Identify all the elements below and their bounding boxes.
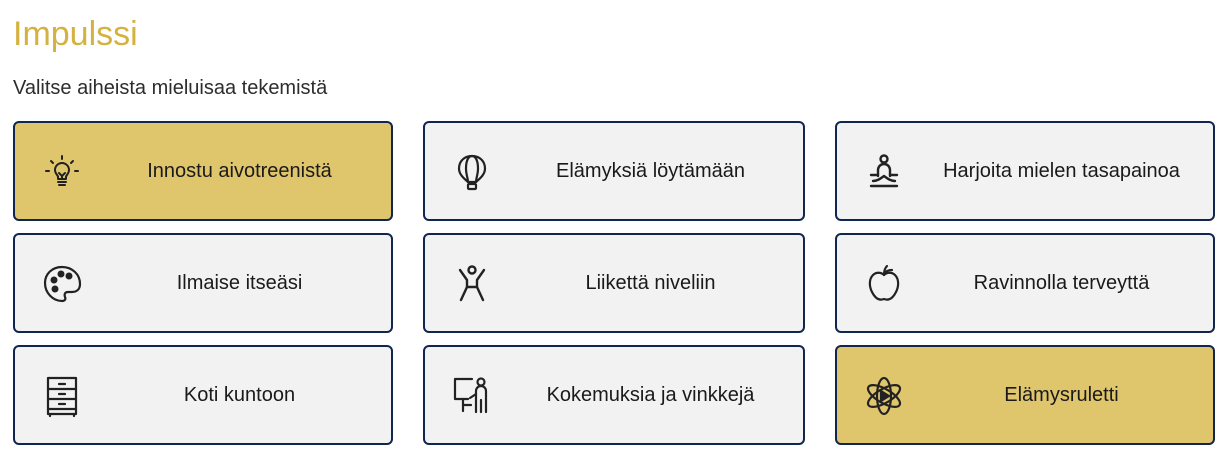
tile-label: Ravinnolla terveyttä [973, 271, 1150, 294]
drawer-cabinet-icon [40, 374, 84, 418]
tile-label: Liikettä niveliin [585, 271, 716, 294]
tile-label: Innostu aivotreenistä [147, 159, 332, 182]
lightbulb-icon [40, 150, 84, 194]
tile-innostu-aivotreenista[interactable]: Innostu aivotreenistä [13, 121, 393, 221]
tile-label: Elämysruletti [1004, 383, 1119, 406]
page-subtitle: Valitse aiheista mieluisaa tekemistä [13, 77, 328, 99]
tile-elamysruletti[interactable]: Elämysruletti [835, 345, 1215, 445]
tile-label: Koti kuntoon [183, 383, 296, 406]
tile-ravinnolla-terveytta[interactable]: Ravinnolla terveyttä [835, 233, 1215, 333]
hot-air-balloon-icon [450, 150, 494, 194]
presenter-icon [450, 374, 494, 418]
tile-label: Kokemuksia ja vinkkejä [546, 383, 755, 406]
tile-elamyksia-loytamaan[interactable]: Elämyksiä löytämään [423, 121, 805, 221]
palette-icon [40, 262, 84, 306]
tile-ilmaise-itseasi[interactable]: Ilmaise itseäsi [13, 233, 393, 333]
tile-koti-kuntoon[interactable]: Koti kuntoon [13, 345, 393, 445]
tile-liiketta-niveliin[interactable]: Liikettä niveliin [423, 233, 805, 333]
apple-icon [862, 262, 906, 306]
tile-harjoita-mielen-tasapainoa[interactable]: Harjoita mielen tasapainoa [835, 121, 1215, 221]
page-title: Impulssi [13, 15, 138, 53]
meditation-icon [862, 150, 906, 194]
topic-grid: Innostu aivotreenistä Elämyksiä löytämää… [13, 121, 1215, 445]
tile-label: Ilmaise itseäsi [176, 271, 303, 294]
tile-kokemuksia-ja-vinkkeja[interactable]: Kokemuksia ja vinkkejä [423, 345, 805, 445]
atom-play-icon [862, 374, 906, 418]
tile-label: Harjoita mielen tasapainoa [943, 159, 1180, 182]
tile-label: Elämyksiä löytämään [556, 159, 745, 182]
jumping-person-icon [450, 262, 494, 306]
